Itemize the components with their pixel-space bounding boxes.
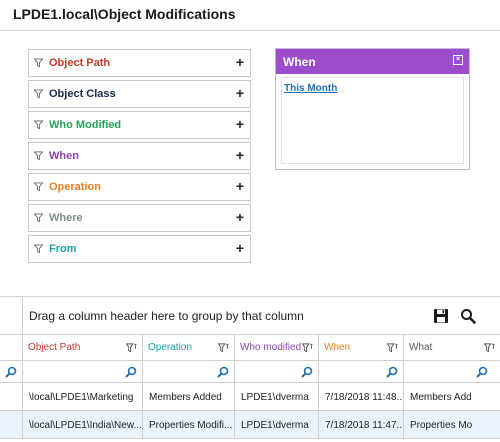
table-row[interactable]: \local\LPDE1\India\New... Properties Mod… bbox=[0, 411, 500, 439]
cell-operation: Members Added bbox=[143, 383, 235, 410]
cell-when: 7/18/2018 11:47... bbox=[319, 411, 404, 438]
row-search-cell[interactable] bbox=[0, 361, 23, 382]
plus-icon[interactable]: + bbox=[236, 241, 244, 255]
column-header-who-modified[interactable]: Who modified bbox=[235, 335, 319, 360]
plus-icon[interactable]: + bbox=[236, 86, 244, 100]
funnel-icon bbox=[34, 151, 43, 161]
filter-from[interactable]: From + bbox=[28, 235, 251, 263]
filter-object-path[interactable]: Object Path + bbox=[28, 49, 251, 77]
filter-label: Object Path bbox=[49, 57, 111, 69]
column-header-object-path[interactable]: Object Path bbox=[23, 335, 143, 360]
cell-what: Members Add bbox=[410, 392, 472, 403]
results-grid: Drag a column header here to group by th… bbox=[0, 296, 500, 442]
group-by-hint: Drag a column header here to group by th… bbox=[29, 309, 304, 323]
filter-list: Object Path + Object Class + Who Modifie… bbox=[28, 49, 251, 266]
this-month-link[interactable]: This Month bbox=[284, 83, 337, 94]
filter-where[interactable]: Where + bbox=[28, 204, 251, 232]
search-icon[interactable] bbox=[5, 366, 17, 378]
when-panel-body: This Month bbox=[281, 77, 464, 164]
when-panel-header: When × bbox=[276, 49, 469, 74]
funnel-icon bbox=[34, 213, 43, 223]
cell-who-modified: LPDE1\dverma bbox=[235, 383, 319, 410]
column-header-what[interactable]: What bbox=[404, 335, 500, 360]
column-label: Object Path bbox=[28, 342, 81, 353]
when-panel: When × This Month bbox=[275, 48, 470, 170]
filter-label: When bbox=[49, 150, 79, 162]
filter-cell-when[interactable] bbox=[319, 361, 404, 382]
table-row[interactable]: \local\LPDE1\Marketing Members Added LPD… bbox=[0, 383, 500, 411]
column-filter-icon[interactable] bbox=[126, 343, 137, 353]
search-icon[interactable] bbox=[386, 366, 398, 378]
search-icon[interactable] bbox=[301, 366, 313, 378]
column-filter-icon[interactable] bbox=[218, 343, 229, 353]
filter-label: From bbox=[49, 243, 77, 255]
close-icon[interactable]: × bbox=[453, 55, 463, 65]
funnel-icon bbox=[34, 89, 43, 99]
column-label: What bbox=[409, 342, 433, 353]
filter-label: Where bbox=[49, 212, 83, 224]
cell-what: Properties Mo bbox=[410, 420, 473, 431]
plus-icon[interactable]: + bbox=[236, 179, 244, 193]
column-filter-icon[interactable] bbox=[484, 343, 495, 353]
save-icon[interactable] bbox=[433, 308, 449, 324]
column-header-row: Object Path Operation Who modified When … bbox=[0, 335, 500, 361]
filter-label: Who Modified bbox=[49, 119, 122, 131]
column-label: Operation bbox=[148, 342, 192, 353]
plus-icon[interactable]: + bbox=[236, 148, 244, 162]
plus-icon[interactable]: + bbox=[236, 55, 244, 69]
filter-label: Object Class bbox=[49, 88, 116, 100]
cell-object-path: \local\LPDE1\Marketing bbox=[23, 383, 143, 410]
column-label: When bbox=[324, 342, 351, 353]
row-indicator bbox=[0, 383, 23, 410]
filter-object-class[interactable]: Object Class + bbox=[28, 80, 251, 108]
filter-cell-who-modified[interactable] bbox=[235, 361, 319, 382]
funnel-icon bbox=[34, 182, 43, 192]
search-icon[interactable] bbox=[476, 366, 488, 378]
cell-object-path: \local\LPDE1\India\New... bbox=[23, 411, 143, 438]
funnel-icon bbox=[34, 244, 43, 254]
column-filter-row bbox=[0, 361, 500, 383]
cell-when: 7/18/2018 11:48... bbox=[319, 383, 404, 410]
column-label: Who modified bbox=[240, 342, 302, 353]
page-title: LPDE1.local\Object Modifications bbox=[13, 6, 236, 22]
filter-cell-what[interactable] bbox=[404, 361, 500, 382]
column-filter-icon[interactable] bbox=[387, 343, 398, 353]
title-divider bbox=[0, 30, 500, 31]
cell-operation: Properties Modifi... bbox=[143, 411, 235, 438]
funnel-icon bbox=[34, 58, 43, 68]
group-by-bar: Drag a column header here to group by th… bbox=[0, 297, 500, 439]
filter-cell-object-path[interactable] bbox=[23, 361, 143, 382]
filter-who-modified[interactable]: Who Modified + bbox=[28, 111, 251, 139]
cell-who-modified: LPDE1\dverma bbox=[235, 411, 319, 438]
filter-label: Operation bbox=[49, 181, 101, 193]
funnel-icon bbox=[34, 120, 43, 130]
search-icon[interactable] bbox=[217, 366, 229, 378]
column-header-operation[interactable]: Operation bbox=[143, 335, 235, 360]
row-indicator bbox=[0, 411, 23, 438]
column-header-when[interactable]: When bbox=[319, 335, 404, 360]
filter-cell-operation[interactable] bbox=[143, 361, 235, 382]
when-panel-title: When bbox=[283, 55, 316, 69]
plus-icon[interactable]: + bbox=[236, 117, 244, 131]
filter-operation[interactable]: Operation + bbox=[28, 173, 251, 201]
search-icon[interactable] bbox=[125, 366, 137, 378]
column-filter-icon[interactable] bbox=[302, 343, 313, 353]
plus-icon[interactable]: + bbox=[236, 210, 244, 224]
filter-when[interactable]: When + bbox=[28, 142, 251, 170]
search-icon[interactable] bbox=[460, 308, 476, 324]
